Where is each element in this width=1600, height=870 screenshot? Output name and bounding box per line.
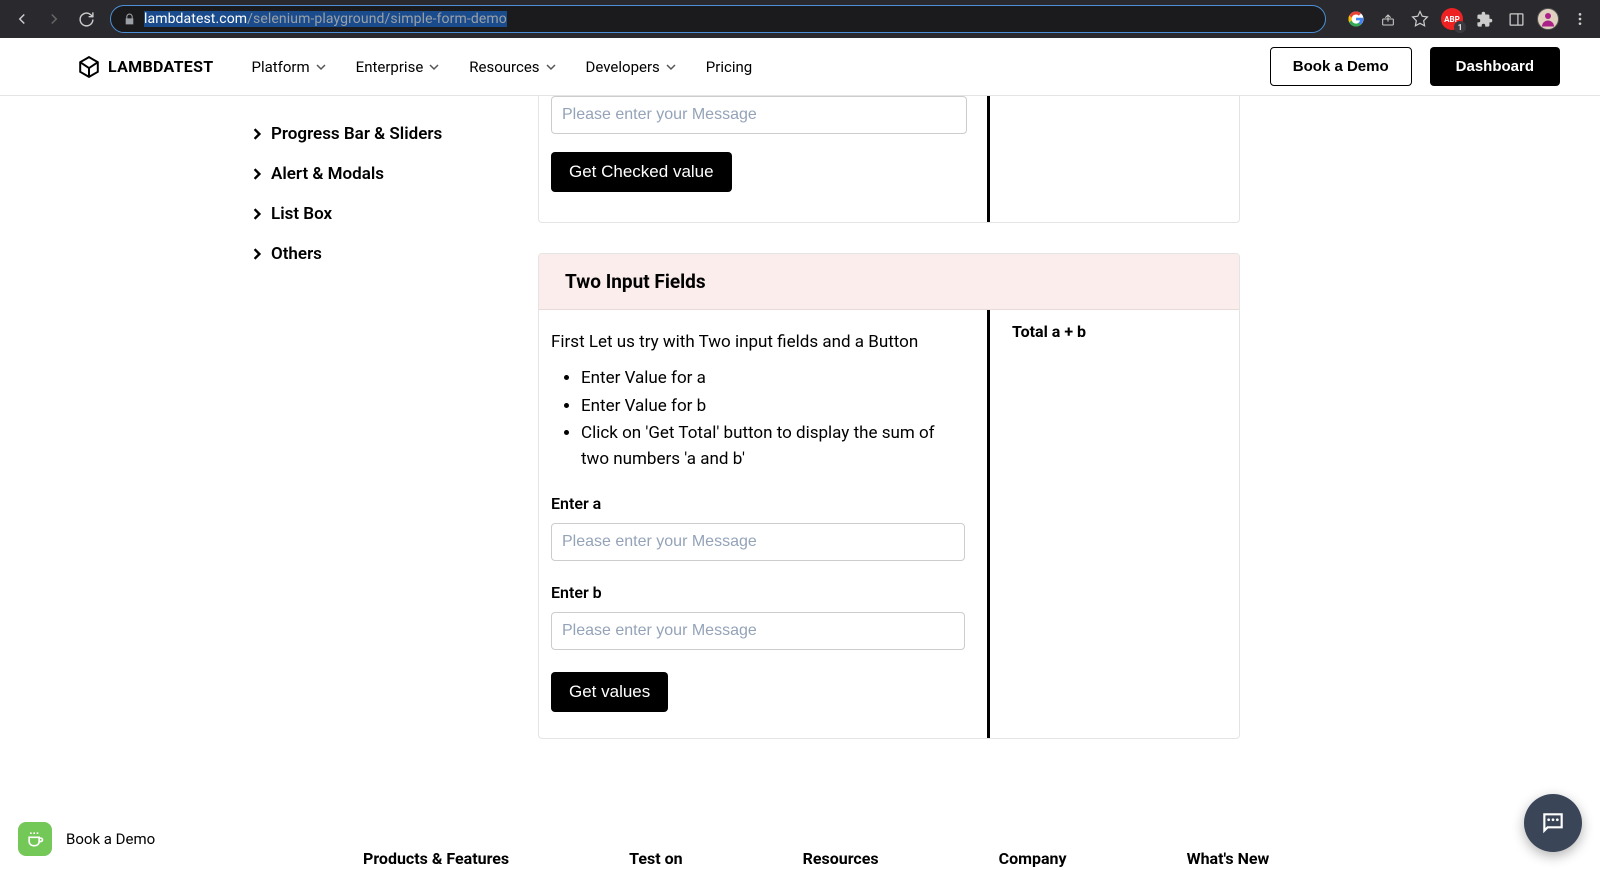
chat-icon	[1540, 810, 1566, 836]
book-demo-float-label: Book a Demo	[66, 830, 155, 848]
footer-col-company[interactable]: Company	[999, 849, 1067, 868]
nav-label: Platform	[251, 58, 309, 76]
url-text: lambdatest.com/selenium-playground/simpl…	[144, 11, 507, 27]
step-item: Click on 'Get Total' button to display t…	[581, 421, 965, 472]
main-column: Get Checked value Two Input Fields First…	[538, 96, 1240, 769]
logo[interactable]: LAMBDATEST	[78, 56, 213, 78]
step-item: Enter Value for a	[581, 366, 965, 392]
footer-col-products[interactable]: Products & Features	[363, 849, 509, 868]
side-panel-icon[interactable]	[1504, 7, 1528, 31]
two-input-steps: Enter Value for a Enter Value for b Clic…	[551, 366, 965, 472]
total-label: Total a + b	[1012, 322, 1086, 341]
extensions-icon[interactable]	[1472, 7, 1496, 31]
nav-enterprise[interactable]: Enterprise	[356, 58, 440, 76]
field-b: Enter b	[551, 583, 965, 650]
bookmark-star-icon[interactable]	[1408, 7, 1432, 31]
sidebar-item-label: List Box	[271, 204, 332, 224]
nav-label: Resources	[469, 58, 539, 76]
sidebar-item-label: Progress Bar & Sliders	[271, 124, 442, 144]
input-a[interactable]	[551, 523, 965, 561]
nav-label: Developers	[586, 58, 660, 76]
sidebar-item-label: Others	[271, 244, 322, 264]
chevron-right-icon	[251, 168, 263, 180]
chevron-down-icon	[666, 62, 676, 72]
nav-back-button[interactable]	[8, 5, 36, 33]
footer-col-whatsnew[interactable]: What's New	[1187, 849, 1270, 868]
input-b[interactable]	[551, 612, 965, 650]
header-actions: Book a Demo Dashboard	[1270, 47, 1560, 86]
dashboard-button[interactable]: Dashboard	[1430, 47, 1560, 86]
two-input-card: Two Input Fields First Let us try with T…	[538, 253, 1240, 739]
sidebar: Progress Bar & Sliders Alert & Modals Li…	[53, 96, 538, 769]
logo-icon	[78, 56, 100, 78]
main-nav: Platform Enterprise Resources Developers…	[251, 58, 752, 76]
sidebar-item-others[interactable]: Others	[251, 244, 518, 264]
step-item: Enter Value for b	[581, 394, 965, 420]
field-a: Enter a	[551, 494, 965, 561]
label-b: Enter b	[551, 583, 965, 602]
book-a-demo-button[interactable]: Book a Demo	[1270, 47, 1412, 86]
coffee-cup-icon	[18, 822, 52, 856]
sidebar-item-listbox[interactable]: List Box	[251, 204, 518, 224]
label-a: Enter a	[551, 494, 965, 513]
chevron-right-icon	[251, 208, 263, 220]
nav-pricing[interactable]: Pricing	[706, 58, 752, 76]
chevron-down-icon	[429, 62, 439, 72]
two-input-intro: First Let us try with Two input fields a…	[551, 332, 965, 352]
nav-label: Pricing	[706, 58, 752, 76]
chevron-down-icon	[546, 62, 556, 72]
footer-columns: Products & Features Test on Resources Co…	[53, 769, 1547, 868]
book-demo-float[interactable]: Book a Demo	[18, 822, 155, 856]
lock-icon	[123, 13, 136, 26]
sidebar-item-progress[interactable]: Progress Bar & Sliders	[251, 124, 518, 144]
single-input-output	[987, 96, 1239, 222]
page-content: Progress Bar & Sliders Alert & Modals Li…	[53, 96, 1547, 868]
url-bar[interactable]: lambdatest.com/selenium-playground/simpl…	[110, 5, 1326, 33]
nav-platform[interactable]: Platform	[251, 58, 325, 76]
browser-chrome: lambdatest.com/selenium-playground/simpl…	[0, 0, 1600, 38]
site-header: LAMBDATEST Platform Enterprise Resources…	[0, 38, 1600, 96]
nav-developers[interactable]: Developers	[586, 58, 676, 76]
get-values-button[interactable]: Get values	[551, 672, 668, 712]
chrome-toolbar-right: ABP1	[1336, 7, 1592, 31]
two-input-card-header: Two Input Fields	[539, 254, 1239, 310]
sidebar-item-label: Alert & Modals	[271, 164, 384, 184]
footer-col-test-on[interactable]: Test on	[629, 849, 682, 868]
chevron-right-icon	[251, 128, 263, 140]
profile-avatar-icon[interactable]	[1536, 7, 1560, 31]
nav-resources[interactable]: Resources	[469, 58, 555, 76]
nav-label: Enterprise	[356, 58, 424, 76]
footer-col-resources[interactable]: Resources	[803, 849, 879, 868]
total-output: Total a + b	[987, 310, 1239, 738]
share-icon[interactable]	[1376, 7, 1400, 31]
google-account-icon[interactable]	[1344, 7, 1368, 31]
get-checked-value-button[interactable]: Get Checked value	[551, 152, 732, 192]
logo-text: LAMBDATEST	[108, 57, 213, 76]
browser-menu-icon[interactable]	[1568, 7, 1592, 31]
chevron-right-icon	[251, 248, 263, 260]
adblock-count-badge: 1	[1454, 21, 1466, 33]
message-input-block	[551, 96, 967, 134]
chat-widget[interactable]	[1524, 794, 1582, 852]
message-input[interactable]	[551, 96, 967, 134]
sidebar-item-alert[interactable]: Alert & Modals	[251, 164, 518, 184]
nav-reload-button[interactable]	[72, 5, 100, 33]
nav-forward-button[interactable]	[40, 5, 68, 33]
adblock-icon[interactable]: ABP1	[1440, 7, 1464, 31]
single-input-card: Get Checked value	[538, 96, 1240, 223]
chevron-down-icon	[316, 62, 326, 72]
